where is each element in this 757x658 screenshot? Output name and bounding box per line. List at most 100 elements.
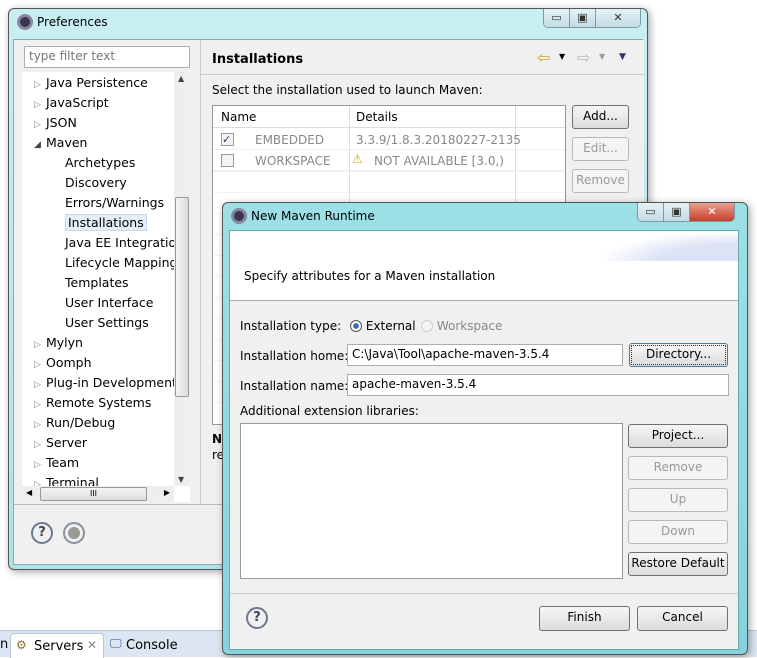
tree-item[interactable]: ◢ Maven: [34, 133, 87, 153]
down-button[interactable]: Down: [628, 520, 728, 544]
add-button[interactable]: Add...: [572, 105, 629, 129]
cancel-button[interactable]: Cancel: [637, 606, 728, 631]
tree-item[interactable]: ▷ Remote Systems: [34, 393, 151, 413]
tree-vscrollbar[interactable]: ▲ ▼: [174, 72, 190, 486]
tree-item[interactable]: ▷ Plug-in Development: [34, 373, 177, 393]
tree-item[interactable]: Archetypes: [65, 153, 135, 173]
close-tab-icon[interactable]: ✕: [87, 638, 97, 652]
eclipse-icon: [231, 208, 247, 224]
radio-external[interactable]: External: [350, 319, 416, 333]
tree-item-label: Mylyn: [46, 335, 83, 350]
tree-item[interactable]: Templates: [65, 273, 129, 293]
tree-item[interactable]: ▷ JavaScript: [34, 93, 109, 113]
scroll-thumb[interactable]: [175, 197, 189, 397]
directory-button[interactable]: Directory...: [629, 343, 728, 367]
collapsed-arrow-icon[interactable]: ▷: [34, 395, 46, 415]
back-icon[interactable]: ⇦: [537, 48, 550, 67]
preferences-tree: ▷ Java Persistence ▷ JavaScript ▷ JSON ◢ Maven A…: [22, 72, 190, 502]
tree-item[interactable]: Errors/Warnings: [65, 193, 164, 213]
close-button[interactable]: ✕: [596, 9, 640, 27]
close-button[interactable]: ✕: [690, 203, 734, 221]
import-export-icon[interactable]: [63, 522, 85, 544]
tree-item[interactable]: ▷ Run/Debug: [34, 413, 115, 433]
collapsed-arrow-icon[interactable]: ▷: [34, 75, 46, 95]
tab-servers[interactable]: ⚙ Servers ✕: [10, 633, 104, 658]
collapsed-arrow-icon[interactable]: ▷: [34, 115, 46, 135]
tree-item-label: Oomph: [46, 355, 92, 370]
tree-item[interactable]: User Interface: [65, 293, 153, 313]
tree-item-label: Maven: [46, 135, 88, 150]
row-details: NOT AVAILABLE [3.0,): [374, 154, 504, 168]
tree-item[interactable]: ▷ JSON: [34, 113, 77, 133]
tree-item-label: Errors/Warnings: [65, 195, 165, 210]
collapsed-arrow-icon[interactable]: ▷: [34, 375, 46, 395]
window-controls: ▭ ▣ ✕: [637, 203, 735, 222]
back-menu-icon[interactable]: ▼: [559, 52, 565, 61]
tab-label: Servers: [34, 639, 84, 654]
table-row[interactable]: WORKSPACE ⚠ NOT AVAILABLE [3.0,): [213, 150, 565, 171]
tree-item-label: Remote Systems: [46, 395, 152, 410]
tree-item[interactable]: User Settings: [65, 313, 149, 333]
tree-item[interactable]: Installations: [65, 213, 147, 233]
description: Select the installation used to launch M…: [212, 83, 483, 97]
radio-workspace[interactable]: Workspace: [421, 319, 502, 333]
up-button[interactable]: Up: [628, 488, 728, 512]
row-checkbox[interactable]: ✓: [221, 133, 234, 146]
column-header-details[interactable]: Details: [356, 110, 398, 124]
forward-menu-icon[interactable]: ▼: [599, 52, 605, 61]
tree-item-label: User Interface: [65, 295, 154, 310]
restore-default-button[interactable]: Restore Default: [628, 552, 728, 576]
tree-item[interactable]: Discovery: [65, 173, 127, 193]
row-checkbox[interactable]: [221, 154, 234, 167]
new-maven-runtime-dialog: New Maven Runtime ▭ ▣ ✕ Specify attributes…: [222, 202, 748, 655]
expanded-arrow-icon[interactable]: ◢: [34, 135, 46, 155]
collapsed-arrow-icon[interactable]: ▷: [34, 415, 46, 435]
help-icon[interactable]: ?: [31, 522, 53, 544]
collapsed-arrow-icon[interactable]: ▷: [34, 95, 46, 115]
project-button[interactable]: Project...: [628, 424, 728, 448]
column-header-name[interactable]: Name: [221, 110, 256, 124]
remove-library-button[interactable]: Remove: [628, 456, 728, 480]
tree-item-label: Server: [46, 435, 87, 450]
tree-item[interactable]: ▷ Oomph: [34, 353, 92, 373]
tree-item[interactable]: ▷ Server: [34, 433, 87, 453]
installation-home-input[interactable]: C:\Java\Tool\apache-maven-3.5.4: [347, 344, 623, 366]
minimize-button[interactable]: ▭: [544, 9, 570, 27]
radio-label: External: [365, 319, 416, 333]
collapsed-arrow-icon[interactable]: ▷: [34, 455, 46, 475]
view-menu-icon[interactable]: ▼: [619, 52, 626, 62]
note-text: N: [212, 432, 223, 446]
tree-item-label: Lifecycle Mapping: [65, 255, 178, 270]
tree-item[interactable]: Lifecycle Mapping: [65, 253, 177, 273]
tab-console[interactable]: 🖵 Console: [108, 633, 198, 658]
tree-item[interactable]: ▷ Java Persistence: [34, 73, 148, 93]
tree-item-label: Java EE Integration: [65, 235, 185, 250]
dialog-header: Specify attributes for a Maven installat…: [230, 231, 738, 301]
collapsed-arrow-icon[interactable]: ▷: [34, 335, 46, 355]
maximize-button[interactable]: ▣: [664, 203, 690, 221]
maximize-button[interactable]: ▣: [570, 9, 596, 27]
finish-button[interactable]: Finish: [539, 606, 630, 631]
filter-input[interactable]: type filter text: [24, 46, 190, 68]
remove-button[interactable]: Remove: [572, 169, 629, 193]
tree-item-label: Archetypes: [65, 155, 136, 170]
edit-button[interactable]: Edit...: [572, 137, 629, 161]
installation-type-label: Installation type:: [240, 319, 342, 333]
tree-item-label: Installations: [65, 214, 147, 231]
installation-name-input[interactable]: apache-maven-3.5.4: [347, 374, 729, 396]
tree-item-label: Templates: [65, 275, 129, 290]
extension-libraries-list[interactable]: [240, 423, 623, 579]
collapsed-arrow-icon[interactable]: ▷: [34, 355, 46, 375]
collapsed-arrow-icon[interactable]: ▷: [34, 435, 46, 455]
console-icon: 🖵: [110, 636, 122, 650]
partial-tab[interactable]: n: [0, 637, 8, 652]
tree-item[interactable]: ▷ Team: [34, 453, 79, 473]
minimize-button[interactable]: ▭: [638, 203, 664, 221]
help-icon[interactable]: ?: [246, 607, 268, 629]
tree-item[interactable]: Java EE Integration: [65, 233, 184, 253]
table-row[interactable]: ✓ EMBEDDED 3.3.9/1.8.3.20180227-2135: [213, 129, 565, 150]
tree-item[interactable]: ▷ Mylyn: [34, 333, 83, 353]
dialog-message: Specify attributes for a Maven installat…: [244, 269, 496, 283]
forward-icon[interactable]: ⇨: [577, 48, 590, 67]
tree-hscrollbar[interactable]: ◀ III ▶: [22, 486, 174, 502]
